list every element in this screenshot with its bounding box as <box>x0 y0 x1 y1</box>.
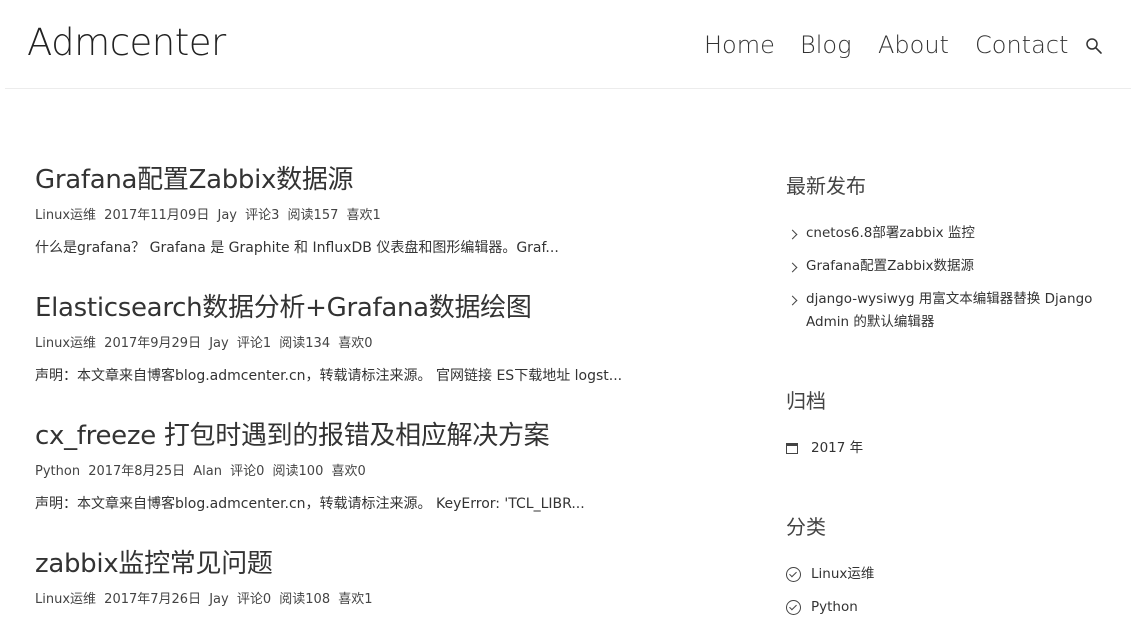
post-category[interactable]: Linux运维 <box>35 336 96 351</box>
post-comments: 评论3 <box>245 208 280 223</box>
post-item: Grafana配置Zabbix数据源 Linux运维 2017年11月09日 J… <box>35 163 735 257</box>
category-item[interactable]: Python <box>786 596 1116 619</box>
archive-list: 2017 年 <box>786 437 1116 460</box>
post-category[interactable]: Python <box>35 464 80 479</box>
post-date: 2017年7月26日 <box>104 592 202 607</box>
post-author: Jay <box>209 592 229 607</box>
site-header: Admcenter Home Blog About Contact <box>5 0 1131 89</box>
category-link[interactable]: Linux运维 <box>811 566 874 582</box>
widget-title: 最新发布 <box>786 174 866 198</box>
post-reads: 阅读134 <box>279 336 331 351</box>
nav-blog[interactable]: Blog <box>800 29 851 61</box>
chevron-right-icon <box>787 262 798 273</box>
post-title[interactable]: zabbix监控常见问题 <box>35 547 735 581</box>
recent-posts-list: cnetos6.8部署zabbix 监控 Grafana配置Zabbix数据源 … <box>786 222 1116 334</box>
widget-categories: 分类 Linux运维 Python <box>786 513 1116 619</box>
recent-post-link[interactable]: Grafana配置Zabbix数据源 <box>806 258 974 274</box>
recent-post-link[interactable]: django-wysiwyg 用富文本编辑器替换 Django Admin 的默… <box>806 291 1092 330</box>
post-author: Jay <box>209 336 229 351</box>
post-item: Elasticsearch数据分析+Grafana数据绘图 Linux运维 20… <box>35 291 735 385</box>
archive-item[interactable]: 2017 年 <box>786 437 1116 460</box>
post-meta: Linux运维 2017年7月26日 Jay 评论0 阅读108 喜欢1 <box>35 592 735 608</box>
post-title[interactable]: Grafana配置Zabbix数据源 <box>35 163 735 197</box>
nav-about[interactable]: About <box>878 29 949 61</box>
recent-post-item[interactable]: django-wysiwyg 用富文本编辑器替换 Django Admin 的默… <box>786 288 1106 334</box>
calendar-icon <box>786 443 798 454</box>
post-author: Alan <box>193 464 222 479</box>
category-list: Linux运维 Python <box>786 563 1116 619</box>
post-comments: 评论0 <box>236 592 272 607</box>
post-meta: Python 2017年8月25日 Alan 评论0 阅读100 喜欢0 <box>35 464 735 480</box>
post-author: Jay <box>217 208 237 223</box>
post-excerpt: 声明：本文章来自博客blog.admcenter.cn，转载请标注来源。 官网链… <box>35 368 623 384</box>
post-reads: 阅读108 <box>279 592 331 607</box>
widget-archive: 归档 2017 年 <box>786 387 1116 460</box>
post-likes: 喜欢1 <box>346 208 381 223</box>
post-meta: Linux运维 2017年9月29日 Jay 评论1 阅读134 喜欢0 <box>35 336 735 352</box>
recent-post-link[interactable]: cnetos6.8部署zabbix 监控 <box>806 225 975 241</box>
recent-post-item[interactable]: Grafana配置Zabbix数据源 <box>786 255 1116 278</box>
post-category[interactable]: Linux运维 <box>35 592 96 607</box>
post-date: 2017年11月09日 <box>104 208 210 223</box>
main-nav: Home Blog About Contact <box>5 29 1131 61</box>
widget-recent-posts: 最新发布 cnetos6.8部署zabbix 监控 Grafana配置Zabbi… <box>786 172 1116 334</box>
widget-title: 归档 <box>786 389 826 413</box>
post-title[interactable]: Elasticsearch数据分析+Grafana数据绘图 <box>35 291 735 325</box>
post-likes: 喜欢0 <box>331 464 366 479</box>
post-comments: 评论1 <box>236 336 272 351</box>
nav-home[interactable]: Home <box>704 29 775 61</box>
post-reads: 阅读100 <box>272 464 324 479</box>
post-likes: 喜欢0 <box>338 336 373 351</box>
chevron-right-icon <box>787 229 798 240</box>
post-meta: Linux运维 2017年11月09日 Jay 评论3 阅读157 喜欢1 <box>35 208 735 224</box>
category-link[interactable]: Python <box>811 599 858 615</box>
post-title[interactable]: cx_freeze 打包时遇到的报错及相应解决方案 <box>35 419 735 453</box>
check-circle-icon <box>786 567 801 582</box>
widget-title: 分类 <box>786 515 826 539</box>
post-item: cx_freeze 打包时遇到的报错及相应解决方案 Python 2017年8月… <box>35 419 735 513</box>
post-likes: 喜欢1 <box>338 592 373 607</box>
post-reads: 阅读157 <box>287 208 339 223</box>
post-item: zabbix监控常见问题 Linux运维 2017年7月26日 Jay 评论0 … <box>35 547 735 608</box>
search-icon[interactable] <box>1085 37 1103 55</box>
post-comments: 评论0 <box>230 464 265 479</box>
chevron-right-icon <box>787 295 798 306</box>
post-date: 2017年8月25日 <box>88 464 186 479</box>
post-category[interactable]: Linux运维 <box>35 208 96 223</box>
post-excerpt: 什么是grafana？ Grafana 是 Graphite 和 InfluxD… <box>35 240 559 256</box>
post-excerpt: 声明：本文章来自博客blog.admcenter.cn，转载请标注来源。 Key… <box>35 496 585 512</box>
check-circle-icon <box>786 600 801 615</box>
post-date: 2017年9月29日 <box>104 336 202 351</box>
nav-contact[interactable]: Contact <box>975 29 1068 61</box>
archive-link[interactable]: 2017 年 <box>811 440 863 456</box>
recent-post-item[interactable]: cnetos6.8部署zabbix 监控 <box>786 222 1116 245</box>
category-item[interactable]: Linux运维 <box>786 563 1116 586</box>
